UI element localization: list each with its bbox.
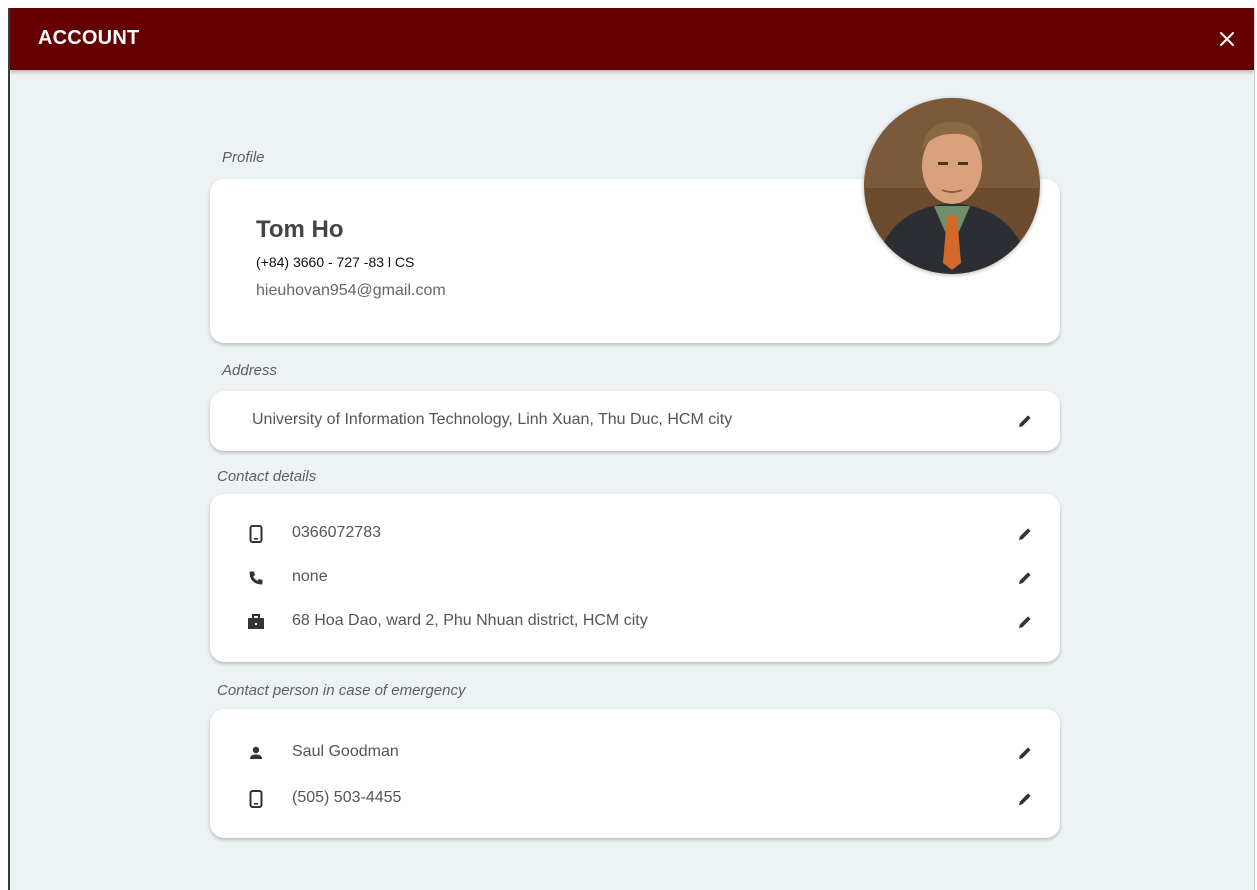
- edit-mobile-icon[interactable]: [1014, 523, 1036, 545]
- avatar[interactable]: [864, 98, 1040, 274]
- profile-email: hieuhovan954@gmail.com: [256, 282, 446, 299]
- app-bar: ACCOUNT: [10, 8, 1254, 70]
- address-card: University of Information Technology, Li…: [210, 391, 1060, 451]
- work-briefcase-icon: [246, 612, 266, 632]
- contact-mobile-value: 0366072783: [292, 524, 381, 541]
- profile-name: Tom Ho: [256, 216, 344, 243]
- edit-work-icon[interactable]: [1014, 611, 1036, 633]
- mobile-phone-icon: [246, 524, 266, 544]
- profile-phone: (+84) 3660 - 727 -83 l CS: [256, 254, 415, 270]
- mobile-phone-icon: [246, 789, 266, 809]
- emergency-person-value: Saul Goodman: [292, 743, 399, 760]
- emergency-row-person: Saul Goodman: [210, 733, 1060, 773]
- page-title: ACCOUNT: [38, 27, 140, 49]
- address-value: University of Information Technology, Li…: [252, 411, 733, 428]
- emergency-row-mobile: (505) 503-4455: [210, 779, 1060, 819]
- edit-address-icon[interactable]: [1014, 410, 1036, 432]
- emergency-card: Saul Goodman (505) 503-4455: [210, 709, 1060, 838]
- contact-phone-value: none: [292, 568, 328, 585]
- contact-row-mobile: 0366072783: [210, 514, 1060, 554]
- emergency-mobile-value: (505) 503-4455: [292, 789, 402, 806]
- emergency-section-label: Contact person in case of emergency: [217, 682, 466, 699]
- person-icon: [246, 743, 266, 763]
- contact-card: 0366072783 none 68 Hoa Dao, ward 2, Phu …: [210, 494, 1060, 662]
- contact-section-label: Contact details: [217, 468, 317, 485]
- profile-section-label: Profile: [222, 149, 265, 166]
- account-window: ACCOUNT Profile Tom Ho (+84) 3660 - 727 …: [8, 8, 1255, 890]
- edit-person-icon[interactable]: [1014, 742, 1036, 764]
- address-section-label: Address: [222, 362, 278, 379]
- close-icon[interactable]: [1214, 26, 1240, 52]
- contact-row-phone: none: [210, 558, 1060, 598]
- contact-work-value: 68 Hoa Dao, ward 2, Phu Nhuan district, …: [292, 612, 648, 629]
- contact-row-work: 68 Hoa Dao, ward 2, Phu Nhuan district, …: [210, 602, 1060, 642]
- edit-phone-icon[interactable]: [1014, 567, 1036, 589]
- edit-emergency-mobile-icon[interactable]: [1014, 788, 1036, 810]
- address-row: University of Information Technology, Li…: [210, 401, 1060, 441]
- phone-icon: [246, 568, 266, 588]
